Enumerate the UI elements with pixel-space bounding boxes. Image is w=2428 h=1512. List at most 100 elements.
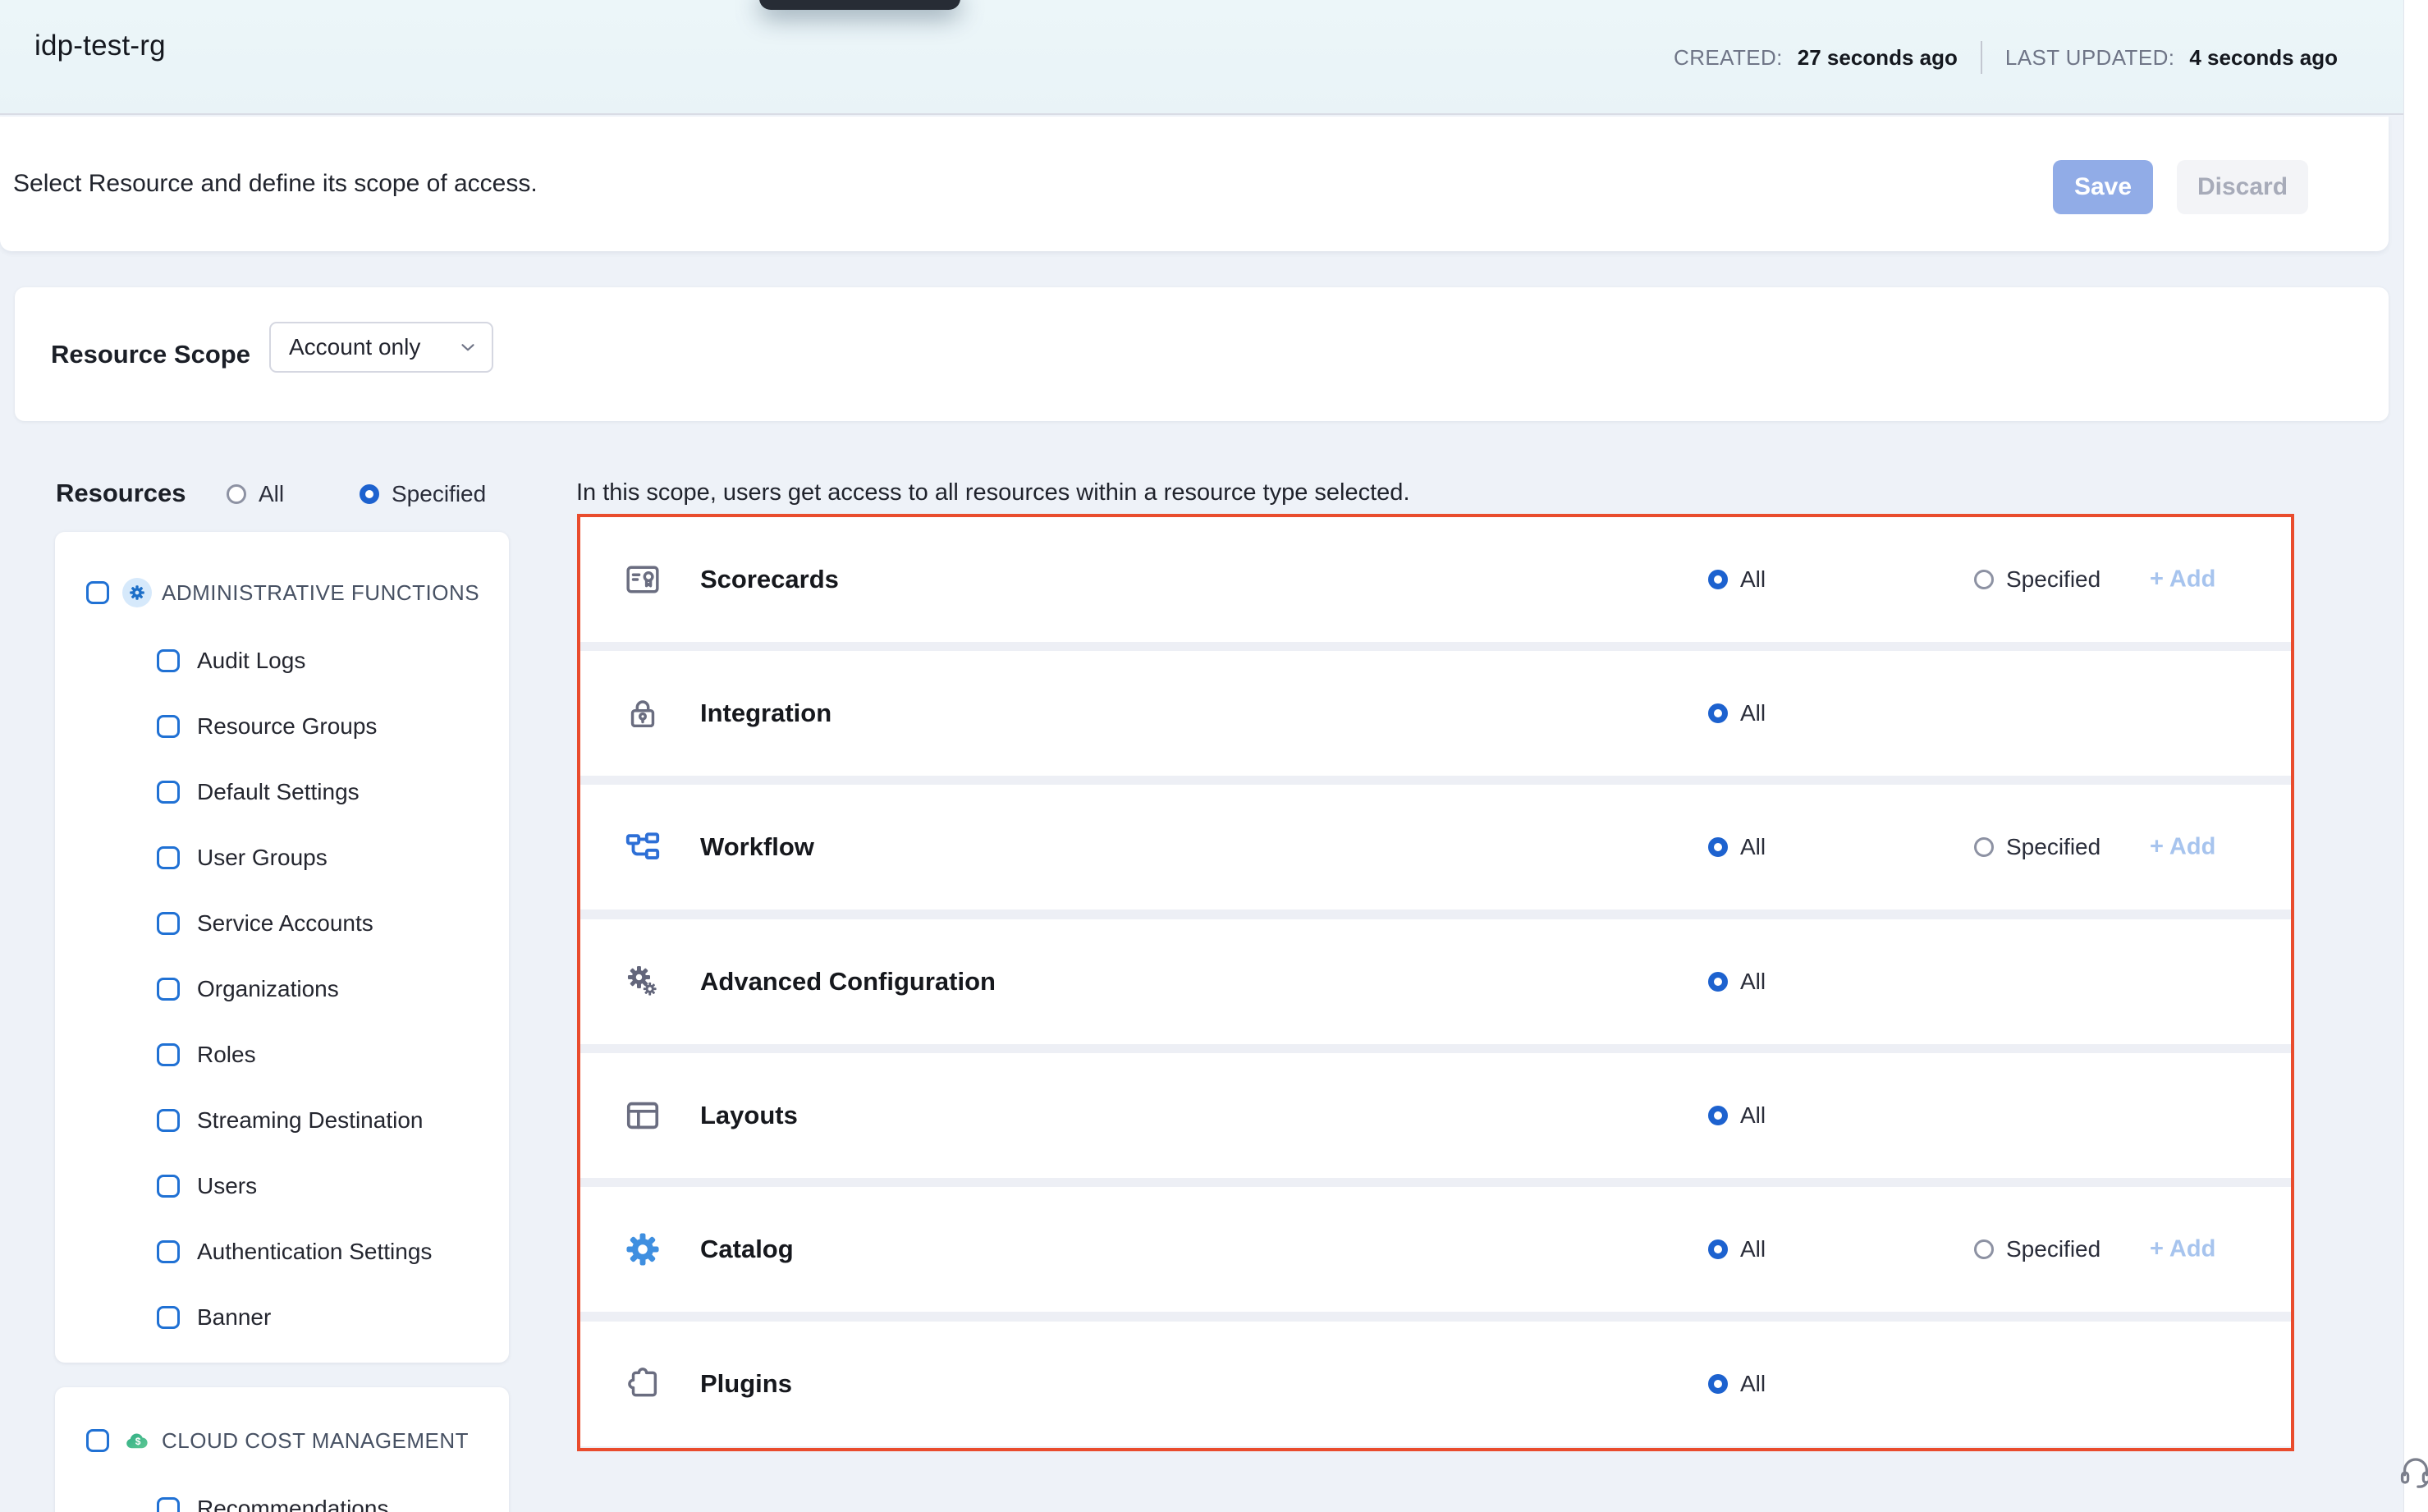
radio-selected-icon[interactable]: [360, 484, 379, 504]
radio-selected-icon[interactable]: [1708, 703, 1728, 723]
checkbox[interactable]: [157, 649, 180, 672]
sidebar-item-recommendations[interactable]: Recommendations: [55, 1491, 509, 1512]
checkbox[interactable]: [157, 1175, 180, 1198]
scorecard-icon: [624, 561, 662, 598]
cloud-dollar-badge-icon: $: [122, 1426, 152, 1455]
radio-unselected-icon[interactable]: [1974, 837, 1994, 857]
section-label: ADMINISTRATIVE FUNCTIONS: [162, 580, 479, 606]
sidebar-item-audit-logs[interactable]: Audit Logs: [55, 643, 509, 679]
save-button[interactable]: Save: [2053, 160, 2153, 214]
toolbar: Select Resource and define its scope of …: [0, 117, 2389, 251]
specified-radio[interactable]: Specified: [1974, 834, 2100, 860]
checkbox[interactable]: [157, 846, 180, 869]
last-updated-label: LAST UPDATED:: [2005, 45, 2175, 71]
resources-all-label: All: [259, 481, 284, 507]
all-radio[interactable]: All: [1708, 834, 1766, 860]
section-admin-functions: ADMINISTRATIVE FUNCTIONS: [55, 574, 509, 612]
add-button[interactable]: + Add: [2150, 834, 2215, 861]
cloud-cost-card: $ CLOUD COST MANAGEMENT Recommendations: [55, 1387, 509, 1512]
row-integration: Integration All: [580, 651, 2291, 776]
radio-unselected-icon[interactable]: [227, 484, 246, 504]
scope-description: In this scope, users get access to all r…: [576, 479, 1410, 506]
radio-selected-icon[interactable]: [1708, 837, 1728, 857]
radio-selected-icon[interactable]: [1708, 1239, 1728, 1259]
discard-button[interactable]: Discard: [2177, 160, 2308, 214]
cloud-cost-checkbox[interactable]: [86, 1429, 109, 1452]
radio-selected-icon[interactable]: [1708, 1374, 1728, 1394]
toolbar-description: Select Resource and define its scope of …: [13, 170, 538, 198]
sidebar-item-authentication-settings[interactable]: Authentication Settings: [55, 1234, 509, 1270]
resources-specified-label: Specified: [392, 481, 486, 507]
add-button[interactable]: + Add: [2150, 566, 2215, 593]
all-radio[interactable]: All: [1708, 969, 1766, 995]
specified-radio[interactable]: Specified: [1974, 1236, 2100, 1262]
row-catalog: Catalog All Specified + Add: [580, 1187, 2291, 1312]
resource-types-panel: Scorecards All Specified + Add Integrati…: [577, 514, 2294, 1451]
resource-scope-label: Resource Scope: [51, 340, 250, 369]
checkbox[interactable]: [157, 1306, 180, 1329]
checkbox[interactable]: [157, 1109, 180, 1132]
row-advanced-configuration: Advanced Configuration All: [580, 919, 2291, 1044]
add-button[interactable]: + Add: [2150, 1236, 2215, 1263]
chevron-down-icon: [457, 337, 479, 358]
radio-selected-icon[interactable]: [1708, 1106, 1728, 1125]
row-workflow: Workflow All Specified + Add: [580, 785, 2291, 909]
checkbox[interactable]: [157, 1497, 180, 1512]
radio-unselected-icon[interactable]: [1974, 570, 1994, 589]
gear-icon: [624, 1230, 662, 1268]
app-header: idp-test-rg CREATED: 27 seconds ago LAST…: [0, 0, 2403, 115]
row-layouts: Layouts All: [580, 1053, 2291, 1178]
created-label: CREATED:: [1674, 45, 1783, 71]
radio-selected-icon[interactable]: [1708, 570, 1728, 589]
resources-all-radio[interactable]: All: [227, 481, 284, 507]
sidebar-item-default-settings[interactable]: Default Settings: [55, 774, 509, 810]
sidebar-item-users[interactable]: Users: [55, 1168, 509, 1204]
last-updated-value: 4 seconds ago: [2189, 45, 2338, 71]
all-radio[interactable]: All: [1708, 566, 1766, 593]
browser-overlay-pill: [759, 0, 960, 10]
resources-specified-radio[interactable]: Specified: [360, 481, 486, 507]
sidebar-item-resource-groups[interactable]: Resource Groups: [55, 708, 509, 745]
resource-scope-dropdown[interactable]: Account only: [269, 322, 493, 373]
scrollbar-gutter[interactable]: [2403, 0, 2428, 1512]
puzzle-icon: [624, 1365, 662, 1403]
admin-functions-checkbox[interactable]: [86, 581, 109, 604]
resources-title: Resources: [56, 479, 186, 508]
all-radio[interactable]: All: [1708, 700, 1766, 726]
resource-scope-card: Resource Scope Account only: [15, 287, 2389, 421]
admin-functions-card: ADMINISTRATIVE FUNCTIONS Audit Logs Reso…: [55, 532, 509, 1363]
meta-divider: [1981, 41, 1982, 74]
resource-scope-value: Account only: [289, 334, 420, 360]
checkbox[interactable]: [157, 1240, 180, 1263]
headset-icon[interactable]: [2397, 1451, 2428, 1489]
checkbox[interactable]: [157, 781, 180, 804]
sidebar-item-roles[interactable]: Roles: [55, 1037, 509, 1073]
lock-icon: [624, 694, 662, 732]
gears-icon: [624, 963, 662, 1001]
sidebar-item-service-accounts[interactable]: Service Accounts: [55, 905, 509, 942]
radio-unselected-icon[interactable]: [1974, 1239, 1994, 1259]
layout-icon: [624, 1097, 662, 1134]
checkbox[interactable]: [157, 715, 180, 738]
checkbox[interactable]: [157, 1043, 180, 1066]
checkbox[interactable]: [157, 912, 180, 935]
row-scorecards: Scorecards All Specified + Add: [580, 517, 2291, 642]
sidebar-item-organizations[interactable]: Organizations: [55, 971, 509, 1007]
specified-radio[interactable]: Specified: [1974, 566, 2100, 593]
meta-info: CREATED: 27 seconds ago LAST UPDATED: 4 …: [1674, 0, 2338, 115]
workflow-icon: [624, 828, 662, 866]
gear-badge-icon: [122, 578, 152, 607]
row-plugins: Plugins All: [580, 1322, 2291, 1446]
checkbox[interactable]: [157, 978, 180, 1001]
section-cloud-cost: $ CLOUD COST MANAGEMENT: [55, 1422, 509, 1459]
sidebar-item-streaming-destination[interactable]: Streaming Destination: [55, 1102, 509, 1139]
all-radio[interactable]: All: [1708, 1236, 1766, 1262]
radio-selected-icon[interactable]: [1708, 972, 1728, 992]
sidebar-item-user-groups[interactable]: User Groups: [55, 840, 509, 876]
svg-text:$: $: [135, 1436, 141, 1447]
created-value: 27 seconds ago: [1798, 45, 1958, 71]
sidebar-item-banner[interactable]: Banner: [55, 1299, 509, 1336]
all-radio[interactable]: All: [1708, 1371, 1766, 1397]
page-title: idp-test-rg: [34, 30, 166, 62]
all-radio[interactable]: All: [1708, 1102, 1766, 1129]
